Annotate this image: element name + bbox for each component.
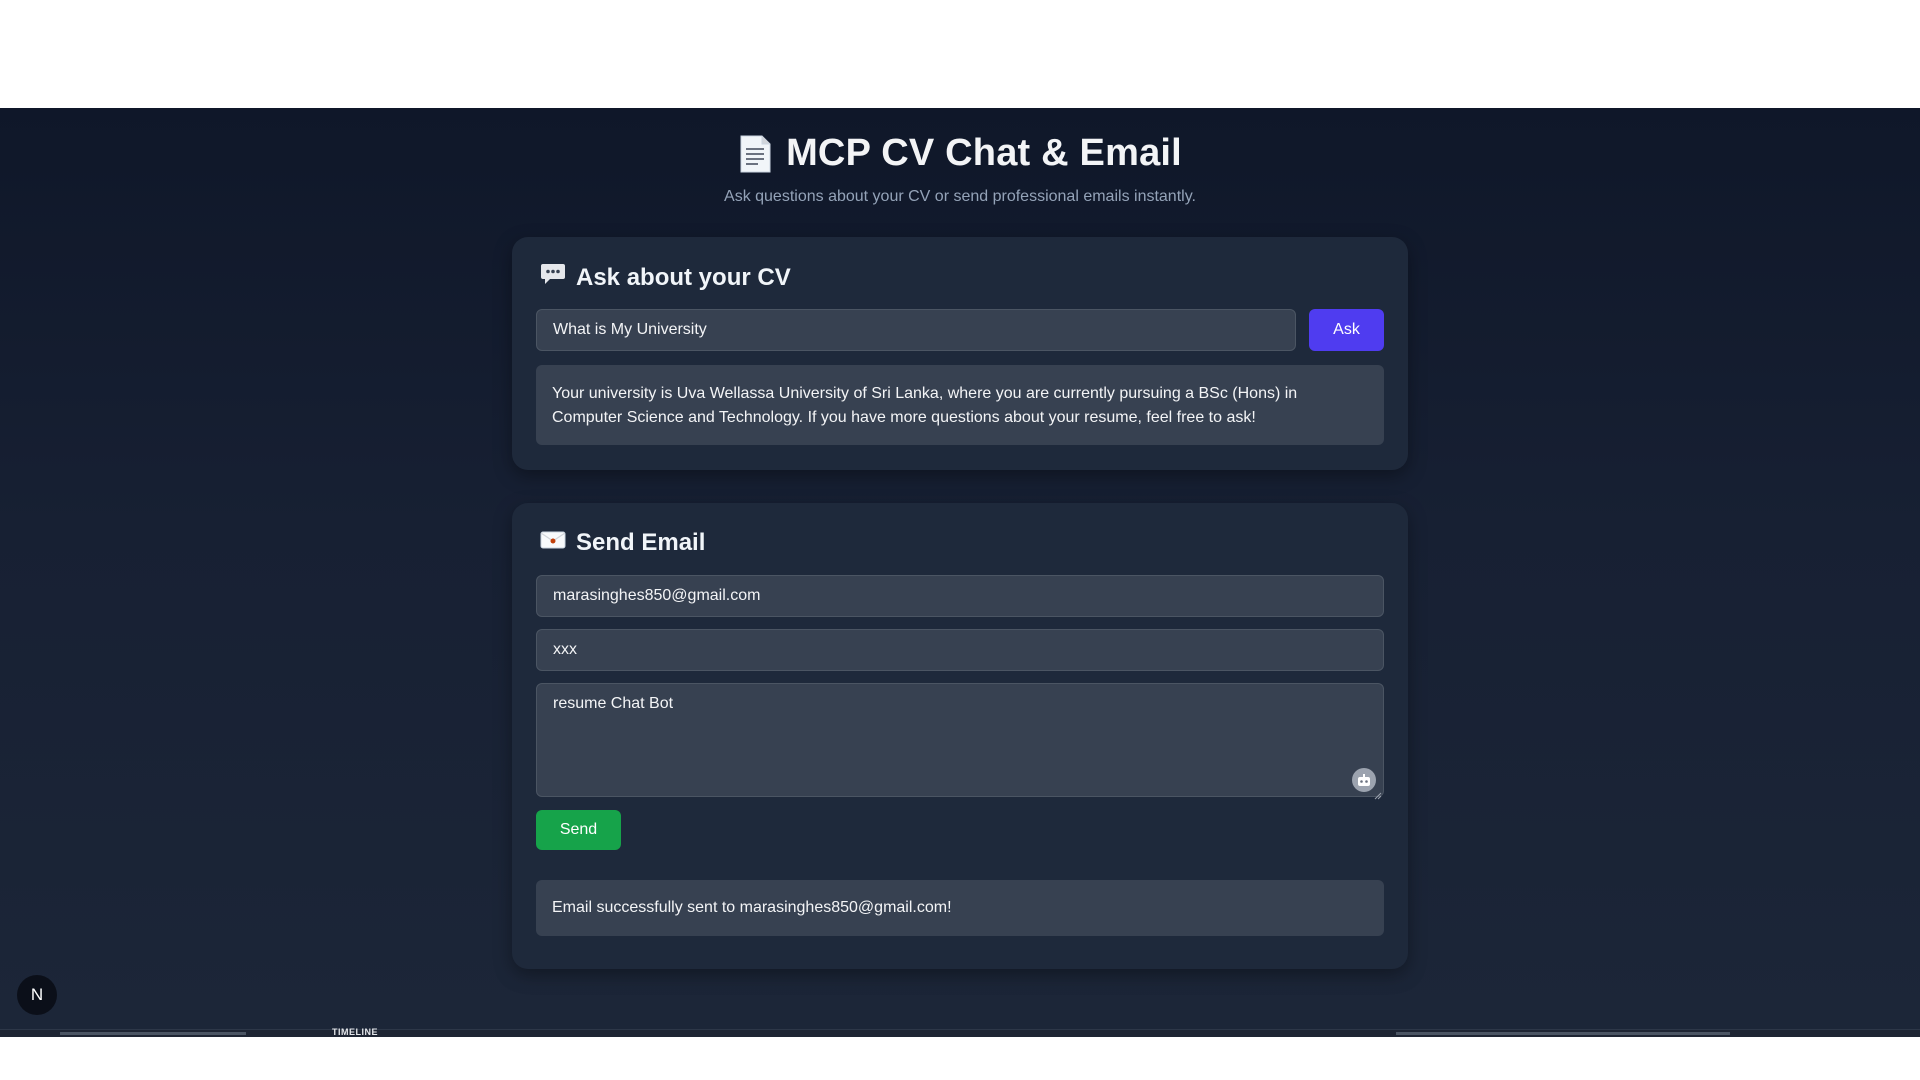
speech-bubble-icon [540, 262, 566, 293]
send-email-card: Send Email resume Chat Bot Send Email su… [512, 503, 1408, 969]
corner-n-badge[interactable]: N [17, 975, 57, 1015]
email-status-box: Email successfully sent to marasinghes85… [536, 880, 1384, 936]
bot-icon[interactable] [1352, 768, 1376, 792]
resize-grip-icon[interactable] [1374, 787, 1382, 800]
taskbar-segment [60, 1032, 246, 1035]
cv-chat-card: Ask about your CV Ask Your university is… [512, 237, 1408, 470]
send-button[interactable]: Send [536, 810, 621, 850]
cv-answer-box: Your university is Uva Wellassa Universi… [536, 365, 1384, 445]
page-subtitle: Ask questions about your CV or send prof… [724, 187, 1196, 205]
page-header: MCP CV Chat & Email Ask questions about … [0, 132, 1920, 206]
email-status-text: Email successfully sent to marasinghes85… [552, 899, 952, 916]
bottom-white-area [0, 1037, 1920, 1080]
cv-card-title: Ask about your CV [576, 263, 791, 291]
cv-question-input[interactable] [536, 309, 1296, 351]
envelope-icon [540, 529, 566, 557]
email-body-textarea[interactable]: resume Chat Bot [536, 683, 1384, 797]
ask-button[interactable]: Ask [1309, 309, 1384, 351]
page-title: MCP CV Chat & Email [786, 132, 1182, 174]
browser-top-area [0, 0, 1920, 108]
email-card-title-row: Send Email [540, 529, 705, 557]
email-subject-input[interactable] [536, 629, 1384, 671]
cv-answer-text: Your university is Uva Wellassa Universi… [552, 385, 1298, 426]
cv-card-title-row: Ask about your CV [540, 262, 791, 293]
taskbar-segment [1396, 1032, 1730, 1035]
app-root: MCP CV Chat & Email Ask questions about … [0, 108, 1920, 1037]
taskbar-label: TIMELINE [332, 1027, 378, 1037]
page-title-row: MCP CV Chat & Email [738, 132, 1182, 175]
email-card-title: Send Email [576, 529, 706, 556]
document-icon [738, 135, 772, 173]
recipient-email-input[interactable] [536, 575, 1384, 617]
